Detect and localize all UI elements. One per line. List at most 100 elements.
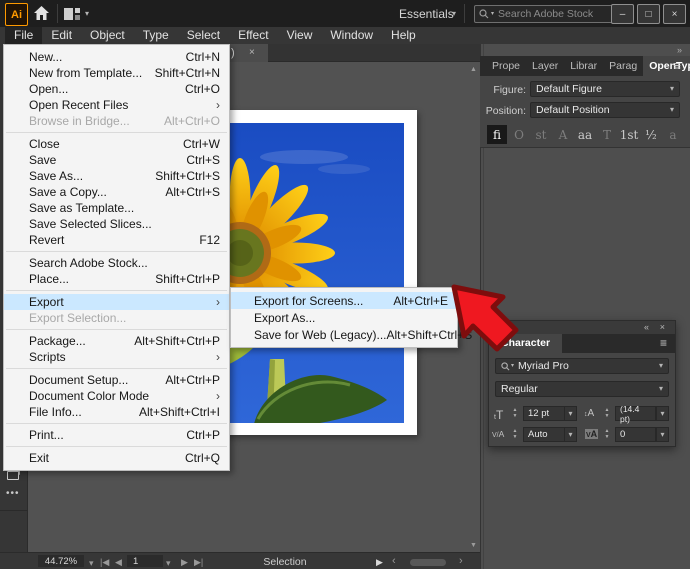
stock-search-input[interactable] (496, 7, 617, 21)
opentype-contextual-alternates-button[interactable]: O (509, 125, 529, 144)
opentype-ligatures-button[interactable]: fi (487, 125, 507, 144)
chevron-down-icon[interactable]: ▾ (89, 559, 94, 567)
collapse-to-icons-icon[interactable]: « (644, 322, 649, 332)
opentype-swash-button[interactable]: A (553, 125, 573, 144)
last-page-icon[interactable]: ▶| (194, 557, 203, 568)
collapse-panels-icon[interactable]: » (677, 45, 682, 55)
panel-close-icon[interactable]: × (660, 322, 665, 332)
font-size-dropdown[interactable]: ▾ (564, 406, 577, 421)
figure-dropdown[interactable]: Default Figure ▾ (530, 81, 680, 97)
stock-search-box[interactable]: ▾ (474, 5, 622, 23)
menu-item-save-a-copy[interactable]: Save a Copy...Alt+Ctrl+S (4, 184, 229, 200)
home-icon[interactable] (33, 5, 50, 21)
menu-item-new-from-template[interactable]: New from Template...Shift+Ctrl+N (4, 65, 229, 81)
panel-tab-librar[interactable]: Librar (564, 56, 603, 76)
menubar-item-effect[interactable]: Effect (229, 27, 277, 44)
workspace-switcher[interactable]: Essentials (399, 7, 454, 21)
menu-item-save-as-template[interactable]: Save as Template... (4, 200, 229, 216)
close-button[interactable]: × (663, 4, 686, 24)
font-size-field[interactable]: 12 pt (523, 406, 565, 421)
scroll-down-icon[interactable]: ▼ (470, 542, 477, 549)
menu-item-scripts[interactable]: Scripts› (4, 349, 229, 365)
first-page-icon[interactable]: |◀ (100, 557, 109, 568)
arrange-documents-icon[interactable] (64, 8, 80, 20)
menubar-item-file[interactable]: File (5, 27, 42, 44)
panel-tab-opentype[interactable]: OpenType (643, 56, 690, 76)
menu-item-open-recent-files[interactable]: Open Recent Files› (4, 97, 229, 113)
menubar-item-window[interactable]: Window (321, 27, 382, 44)
tracking-field[interactable]: 0 (615, 427, 656, 442)
next-page-icon[interactable]: ▶ (181, 557, 188, 568)
opentype-stylistic-alternates-button[interactable]: aa (575, 125, 595, 144)
previous-page-icon[interactable]: ◀ (115, 557, 122, 568)
menu-item-file-info[interactable]: File Info...Alt+Shift+Ctrl+I (4, 404, 229, 420)
kerning-stepper[interactable]: ▲ ▼ (510, 427, 520, 442)
panel-tab-prope[interactable]: Prope (486, 56, 526, 76)
panel-menu-icon[interactable]: ≡ (673, 59, 681, 72)
menubar-item-help[interactable]: Help (382, 27, 425, 44)
position-dropdown[interactable]: Default Position ▾ (530, 102, 680, 118)
tab-character[interactable]: Character (489, 334, 562, 353)
menu-item-close[interactable]: CloseCtrl+W (4, 136, 229, 152)
stepper-down-icon[interactable]: ▼ (513, 414, 518, 419)
scroll-left-icon[interactable]: ‹ (392, 555, 396, 567)
menu-item-document-color-mode[interactable]: Document Color Mode› (4, 388, 229, 404)
font-style-field[interactable]: Regular ▾ (495, 381, 669, 397)
chevron-down-icon[interactable]: ▾ (166, 559, 171, 567)
menu-item-export-selection[interactable]: Export Selection... (4, 310, 229, 326)
menu-item-save[interactable]: SaveCtrl+S (4, 152, 229, 168)
menubar-item-edit[interactable]: Edit (42, 27, 81, 44)
kerning-field[interactable]: Auto (523, 427, 565, 442)
menu-item-export[interactable]: Export› (4, 294, 229, 310)
menu-item-search-adobe-stock[interactable]: Search Adobe Stock... (4, 255, 229, 271)
panel-menu-icon[interactable]: ≡ (660, 337, 667, 350)
edit-toolbar-icon[interactable]: ••• (6, 488, 20, 499)
panel-tab-parag[interactable]: Parag (603, 56, 643, 76)
minimize-button[interactable]: – (611, 4, 634, 24)
font-family-field[interactable]: ▾ Myriad Pro ▾ (495, 358, 669, 374)
scroll-right-icon[interactable]: › (459, 555, 463, 567)
opentype-stylistic-sets-button[interactable]: a (663, 125, 683, 144)
menubar-item-select[interactable]: Select (178, 27, 229, 44)
menu-item-print[interactable]: Print...Ctrl+P (4, 427, 229, 443)
stepper-down-icon[interactable]: ▼ (513, 435, 518, 440)
menu-item-open[interactable]: Open...Ctrl+O (4, 81, 229, 97)
leading-field[interactable]: (14.4 pt) (615, 406, 656, 421)
opentype-titling-alternates-button[interactable]: T (597, 125, 617, 144)
kerning-dropdown[interactable]: ▾ (564, 427, 577, 442)
menu-item-save-selected-slices[interactable]: Save Selected Slices... (4, 216, 229, 232)
menu-item-exit[interactable]: ExitCtrl+Q (4, 450, 229, 466)
stepper-down-icon[interactable]: ▼ (605, 435, 610, 440)
leading-stepper[interactable]: ▲ ▼ (602, 406, 612, 421)
tab-close-icon[interactable]: × (249, 47, 255, 58)
page-number-field[interactable]: 1 (127, 555, 163, 567)
menubar-item-view[interactable]: View (278, 27, 322, 44)
zoom-level-field[interactable]: 44.72% (38, 555, 84, 567)
menu-item-new[interactable]: New...Ctrl+N (4, 49, 229, 65)
chevron-down-icon[interactable]: ▾ (85, 10, 89, 18)
play-icon[interactable]: ▶ (376, 557, 383, 568)
maximize-button[interactable]: □ (637, 4, 660, 24)
chevron-down-icon[interactable]: ▾ (452, 10, 456, 18)
opentype-ordinals-button[interactable]: 1st (619, 125, 639, 144)
menu-item-document-setup[interactable]: Document Setup...Alt+Ctrl+P (4, 372, 229, 388)
menubar-item-type[interactable]: Type (134, 27, 178, 44)
font-size-stepper[interactable]: ▲ ▼ (510, 406, 520, 421)
stepper-down-icon[interactable]: ▼ (605, 414, 610, 419)
submenu-item-export-for-screens[interactable]: Export for Screens...Alt+Ctrl+E (231, 292, 457, 309)
tracking-stepper[interactable]: ▲ ▼ (602, 427, 612, 442)
menu-item-save-as[interactable]: Save As...Shift+Ctrl+S (4, 168, 229, 184)
panel-tab-layer[interactable]: Layer (526, 56, 564, 76)
menu-item-browse-in-bridge[interactable]: Browse in Bridge...Alt+Ctrl+O (4, 113, 229, 129)
menu-item-place[interactable]: Place...Shift+Ctrl+P (4, 271, 229, 287)
tracking-dropdown[interactable]: ▾ (656, 427, 669, 442)
submenu-item-save-for-web-legacy[interactable]: Save for Web (Legacy)...Alt+Shift+Ctrl+S (231, 326, 457, 343)
leading-dropdown[interactable]: ▾ (656, 406, 669, 421)
scrollbar-thumb[interactable] (410, 559, 446, 566)
menu-item-package[interactable]: Package...Alt+Shift+Ctrl+P (4, 333, 229, 349)
submenu-item-export-as[interactable]: Export As... (231, 309, 457, 326)
opentype-fractions-button[interactable]: ½ (641, 125, 661, 144)
menubar-item-object[interactable]: Object (81, 27, 134, 44)
scroll-up-icon[interactable]: ▲ (470, 66, 477, 73)
menu-item-revert[interactable]: RevertF12 (4, 232, 229, 248)
